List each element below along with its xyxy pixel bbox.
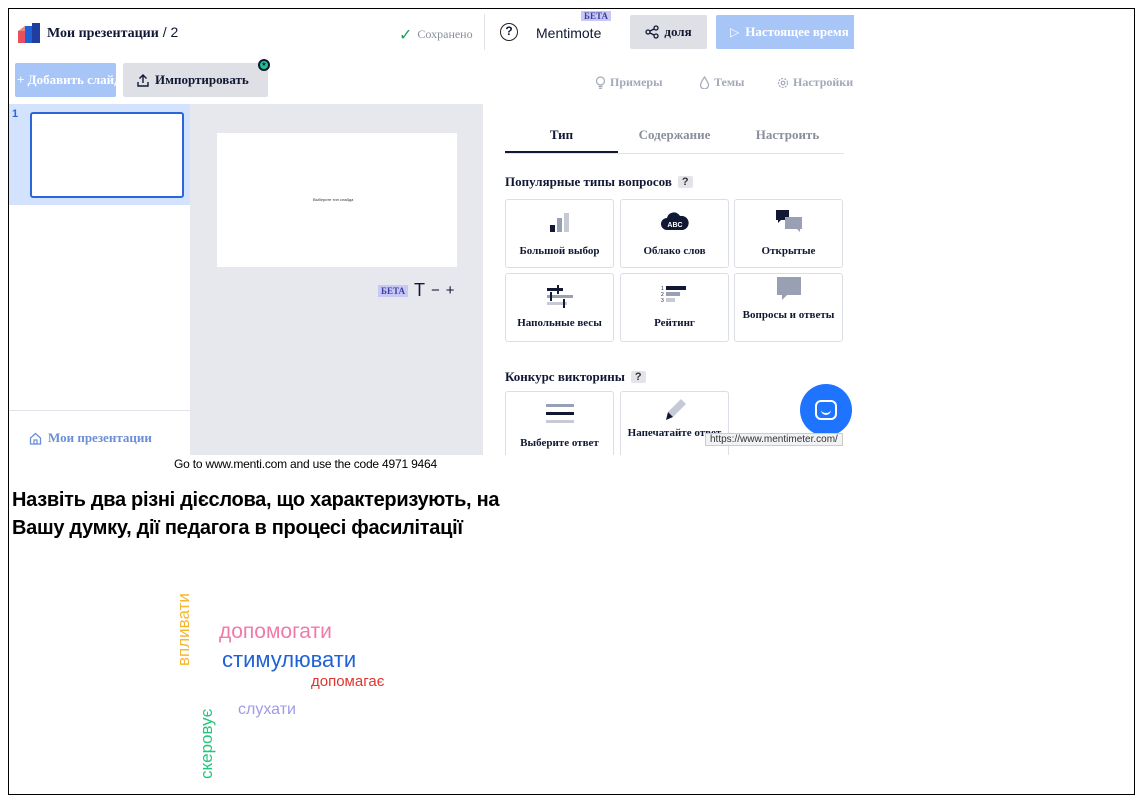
droplet-icon bbox=[699, 76, 710, 89]
upload-icon bbox=[137, 73, 149, 87]
type-card-select-answer[interactable]: Выберите ответ bbox=[505, 391, 614, 455]
question-title: Назвіть два різні дієслова, що характери… bbox=[12, 489, 500, 539]
settings-label: Настройки bbox=[793, 75, 854, 89]
play-icon: ▷ bbox=[730, 25, 740, 39]
qa-bubble-icon bbox=[776, 277, 801, 300]
popular-types-heading: Популярные типы вопросов ? bbox=[505, 174, 693, 190]
mentimeter-editor: Мои презентации / 2 ✓ Сохранено ? Mentim… bbox=[9, 9, 854, 455]
themes-label: Темы bbox=[714, 75, 745, 89]
tab-customize[interactable]: Настроить bbox=[731, 116, 844, 153]
import-button[interactable]: Импортировать bbox=[123, 63, 268, 97]
canvas-beta-badge: БЕТА bbox=[378, 284, 409, 297]
card-label: Открытые bbox=[761, 245, 816, 257]
card-label: Большой выбор bbox=[519, 245, 600, 257]
settings-link[interactable]: Настройки bbox=[777, 75, 853, 90]
word-cloud-icon: ABC bbox=[660, 212, 689, 230]
quiz-help-icon[interactable]: ? bbox=[630, 371, 646, 383]
text-size-icon[interactable]: T bbox=[414, 280, 425, 301]
chat-icon bbox=[815, 400, 837, 420]
bar-chart-icon bbox=[549, 213, 569, 232]
saved-status: ✓ Сохранено bbox=[399, 25, 473, 44]
slide-thumbnail-row[interactable]: 1 bbox=[9, 104, 190, 205]
share-label: доля bbox=[664, 24, 692, 39]
check-icon: ✓ bbox=[399, 25, 413, 44]
type-card-qa[interactable]: Вопросы и ответы bbox=[734, 273, 843, 342]
title-slide-count: / 2 bbox=[158, 24, 179, 40]
present-live-button[interactable]: ▷ Настоящее время bbox=[716, 15, 854, 49]
popular-types-label: Популярные типы вопросов bbox=[505, 174, 672, 189]
sidebar-divider bbox=[9, 410, 190, 411]
share-icon bbox=[645, 25, 660, 39]
svg-text:3: 3 bbox=[661, 298, 664, 304]
slide-thumbnail[interactable] bbox=[30, 112, 184, 198]
gear-icon bbox=[777, 77, 789, 88]
zoom-out-button[interactable]: − bbox=[431, 282, 440, 299]
slide-placeholder-text: Выберите тип слайда bbox=[313, 197, 354, 202]
quiz-heading: Конкурс викторины ? bbox=[505, 369, 646, 385]
add-slide-button[interactable]: + Добавить слайд bbox=[15, 63, 116, 97]
title-text[interactable]: Мои презентации bbox=[47, 26, 159, 41]
pen-icon bbox=[665, 399, 686, 420]
join-code-line: Go to www.menti.com and use the code 497… bbox=[174, 457, 437, 471]
chat-launcher-button[interactable] bbox=[800, 384, 852, 436]
share-button[interactable]: доля bbox=[630, 15, 707, 49]
status-bar-url: https://www.mentimeter.com/ bbox=[705, 433, 843, 446]
beta-badge: БЕТА bbox=[581, 11, 612, 21]
word-cloud-word: допомогати bbox=[219, 620, 332, 643]
canvas-controls: БЕТА T − + bbox=[378, 280, 455, 301]
slide-canvas: Выберите тип слайда БЕТА T − + bbox=[190, 104, 483, 455]
examples-label: Примеры bbox=[610, 75, 663, 89]
new-feature-dot: ★ bbox=[258, 59, 270, 71]
tab-type[interactable]: Тип bbox=[505, 116, 618, 153]
mentimeter-logo-icon[interactable] bbox=[18, 23, 40, 43]
mentimote-link[interactable]: Mentimote bbox=[536, 25, 601, 41]
add-slide-label: + Добавить слайд bbox=[17, 72, 116, 87]
header-divider bbox=[484, 14, 485, 50]
panel-tabs: Тип Содержание Настроить bbox=[505, 116, 844, 154]
lines-icon bbox=[545, 404, 574, 423]
type-card-ranking[interactable]: 1 2 3 Рейтинг bbox=[620, 273, 729, 342]
lightbulb-icon bbox=[595, 76, 606, 89]
word-cloud-icon-text: ABC bbox=[667, 222, 682, 229]
present-live-label: Настоящее время bbox=[745, 24, 849, 39]
editor-toolbar: + Добавить слайд Импортировать ★ Примеры… bbox=[9, 56, 854, 104]
popular-help-icon[interactable]: ? bbox=[677, 176, 693, 188]
ranking-icon: 1 2 3 bbox=[661, 286, 686, 304]
slide-preview[interactable]: Выберите тип слайда bbox=[217, 133, 457, 267]
presentation-title[interactable]: Мои презентации / 2 bbox=[47, 24, 178, 42]
type-card-scales[interactable]: Напольные весы bbox=[505, 273, 614, 342]
word-cloud-word: скеровує bbox=[197, 708, 216, 779]
slide-number: 1 bbox=[12, 108, 19, 120]
my-presentations-link[interactable]: Мои презентации bbox=[29, 430, 152, 446]
card-label: Напольные весы bbox=[517, 317, 602, 329]
word-cloud-word: впливати bbox=[174, 593, 193, 666]
card-label: Облако слов bbox=[643, 245, 706, 257]
zoom-in-button[interactable]: + bbox=[446, 282, 455, 299]
type-card-word-cloud[interactable]: ABC Облако слов bbox=[620, 199, 729, 268]
card-label: Рейтинг bbox=[654, 317, 695, 329]
themes-link[interactable]: Темы bbox=[699, 75, 744, 90]
slide-type-panel: Тип Содержание Настроить Популярные типы… bbox=[483, 104, 854, 455]
home-icon bbox=[29, 432, 42, 445]
type-card-open-ended[interactable]: Открытые bbox=[734, 199, 843, 268]
card-label: Вопросы и ответы bbox=[742, 309, 835, 321]
my-presentations-label: Мои презентации bbox=[48, 430, 152, 445]
help-icon[interactable]: ? bbox=[500, 23, 518, 41]
import-label: Импортировать bbox=[155, 72, 249, 87]
word-cloud-word: стимулювати bbox=[222, 647, 357, 672]
word-cloud-word: слухати bbox=[238, 701, 296, 718]
examples-link[interactable]: Примеры bbox=[595, 75, 662, 90]
speech-bubbles-icon bbox=[775, 210, 802, 232]
slides-sidebar: 1 Мои презентации bbox=[9, 104, 190, 455]
type-card-multiple-choice[interactable]: Большой выбор bbox=[505, 199, 614, 268]
scales-icon bbox=[546, 285, 573, 308]
card-label: Выберите ответ bbox=[520, 437, 599, 449]
top-header: Мои презентации / 2 ✓ Сохранено ? Mentim… bbox=[9, 9, 854, 56]
quiz-label: Конкурс викторины bbox=[505, 369, 625, 384]
tab-content[interactable]: Содержание bbox=[618, 116, 731, 153]
word-cloud-word: допомагає bbox=[311, 673, 385, 690]
saved-label: Сохранено bbox=[417, 27, 473, 41]
